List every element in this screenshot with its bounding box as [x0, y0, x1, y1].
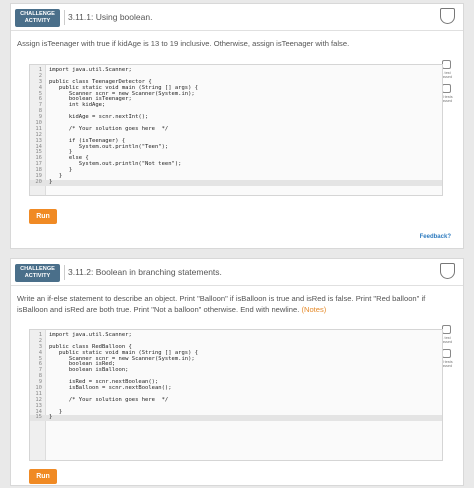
- code-editor[interactable]: 1 import java.util.Scanner; 2 3 public class…: [29, 329, 443, 461]
- activity-description: Assign isTeenager with true if kidAge is…: [17, 39, 350, 48]
- feedback-link[interactable]: Feedback?: [420, 234, 451, 240]
- line-number: 15: [35, 414, 42, 421]
- badge-line2: ACTIVITY: [24, 273, 51, 279]
- challenge-activity-card-2: CHALLENGE ACTIVITY 3.11.2: Boolean in br…: [10, 258, 464, 486]
- code-editor[interactable]: 1 import java.util.Scanner; 2 3 public class…: [29, 64, 443, 196]
- code-text: }: [49, 414, 53, 421]
- activity-header: CHALLENGE ACTIVITY 3.11.1: Using boolean…: [11, 4, 463, 31]
- activity-description: Write an if-else statement to describe a…: [17, 293, 433, 315]
- line-number: 20: [35, 178, 42, 185]
- badge-line1: CHALLENGE: [20, 266, 55, 272]
- title-divider: [64, 10, 65, 25]
- title-divider: [64, 265, 65, 280]
- code-line[interactable]: 15}: [30, 414, 442, 422]
- run-button[interactable]: Run: [29, 469, 57, 484]
- code-text: }: [49, 178, 53, 185]
- shield-icon: [440, 8, 455, 24]
- code-line[interactable]: 20}: [30, 178, 442, 186]
- shield-icon: [440, 263, 455, 279]
- challenge-badge: CHALLENGE ACTIVITY: [15, 9, 60, 27]
- activity-header: CHALLENGE ACTIVITY 3.11.2: Boolean in br…: [11, 259, 463, 286]
- challenge-activity-card-1: CHALLENGE ACTIVITY 3.11.1: Using boolean…: [10, 3, 464, 249]
- description-text: Write an if-else statement to describe a…: [17, 294, 426, 314]
- activity-title: 3.11.2: Boolean in branching statements.: [68, 267, 222, 277]
- run-button[interactable]: Run: [29, 209, 57, 224]
- activity-title: 3.11.1: Using boolean.: [68, 12, 153, 22]
- challenge-badge: CHALLENGE ACTIVITY: [15, 264, 60, 282]
- badge-line1: CHALLENGE: [20, 11, 55, 17]
- notes-link[interactable]: (Notes): [301, 305, 326, 314]
- badge-line2: ACTIVITY: [24, 18, 51, 24]
